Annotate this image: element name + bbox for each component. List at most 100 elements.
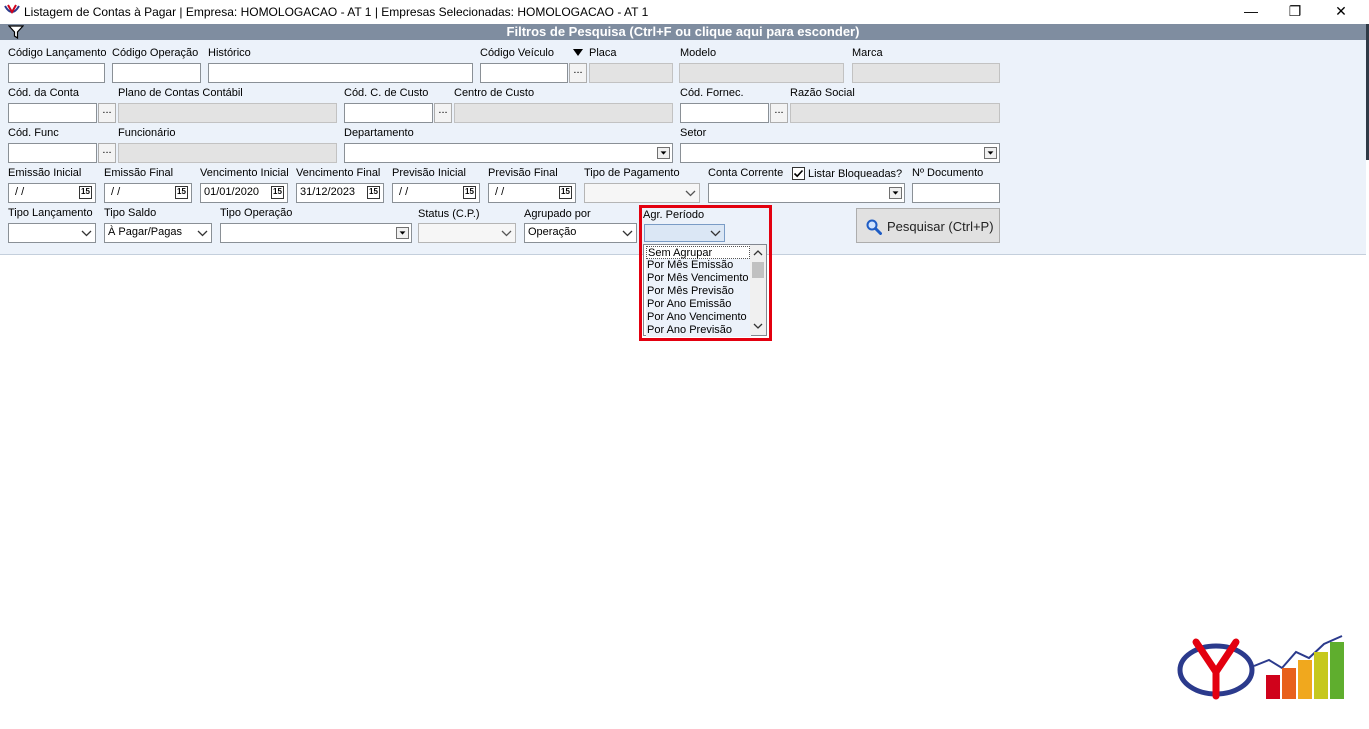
search-button[interactable]: Pesquisar (Ctrl+P) xyxy=(856,208,1000,243)
codigo-operacao-input[interactable] xyxy=(112,63,201,83)
conta-corrente-label: Conta Corrente xyxy=(708,167,784,179)
cod-func-input[interactable] xyxy=(8,143,97,163)
emissao-final-label: Emissão Final xyxy=(104,167,174,179)
tipo-pagamento-label: Tipo de Pagamento xyxy=(584,167,680,179)
tipo-lancamento-label: Tipo Lançamento xyxy=(8,207,93,219)
vencimento-final-value: 31/12/2023 xyxy=(300,186,356,198)
codigo-veiculo-input[interactable] xyxy=(480,63,568,83)
setor-select[interactable] xyxy=(680,143,1000,163)
agrupado-por-value: Operação xyxy=(528,226,577,238)
emissao-final-input[interactable]: / / 15 xyxy=(104,183,192,203)
agrupado-por-select[interactable]: Operação xyxy=(524,223,637,243)
funcionario-label: Funcionário xyxy=(118,127,176,139)
status-cp-select[interactable] xyxy=(418,223,516,243)
tipo-saldo-label: Tipo Saldo xyxy=(104,207,157,219)
previsao-final-input[interactable]: / / 15 xyxy=(488,183,576,203)
tipo-lancamento-select[interactable] xyxy=(8,223,96,243)
previsao-final-value: / / xyxy=(492,186,505,198)
chevron-down-icon xyxy=(81,230,92,237)
search-button-label: Pesquisar (Ctrl+P) xyxy=(887,219,994,234)
tipo-operacao-select[interactable] xyxy=(220,223,412,243)
vencimento-final-label: Vencimento Final xyxy=(296,167,381,179)
restore-icon: ❐ xyxy=(1288,3,1302,19)
codigo-veiculo-label: Código Veículo xyxy=(480,47,554,59)
calendar-icon[interactable]: 15 xyxy=(271,186,284,199)
cod-centro-custo-input[interactable] xyxy=(344,103,433,123)
razao-social-field xyxy=(790,103,1000,123)
cod-fornec-input[interactable] xyxy=(680,103,769,123)
highlight-box xyxy=(639,205,772,341)
historico-input[interactable] xyxy=(208,63,473,83)
tipo-pagamento-select[interactable] xyxy=(584,183,700,203)
calendar-icon[interactable]: 15 xyxy=(175,186,188,199)
cod-conta-lookup-button[interactable]: ... xyxy=(98,103,116,123)
chevron-down-icon xyxy=(685,190,696,197)
codigo-operacao-label: Código Operação xyxy=(112,47,199,59)
centro-custo-field xyxy=(454,103,673,123)
marca-field xyxy=(852,63,1000,83)
razao-social-label: Razão Social xyxy=(790,87,855,99)
agrupado-por-label: Agrupado por xyxy=(524,208,591,220)
vencimento-inicial-input[interactable]: 01/01/2020 15 xyxy=(200,183,288,203)
previsao-final-label: Previsão Final xyxy=(488,167,558,179)
triangle-down-icon[interactable] xyxy=(573,49,583,56)
tipo-saldo-select[interactable]: À Pagar/Pagas xyxy=(104,223,212,243)
centro-custo-lookup-button[interactable]: ... xyxy=(434,103,452,123)
minimize-icon: — xyxy=(1244,3,1258,19)
app-logo-icon xyxy=(4,4,20,15)
status-cp-label: Status (C.P.) xyxy=(418,208,480,220)
departamento-select[interactable] xyxy=(344,143,673,163)
setor-label: Setor xyxy=(680,127,707,139)
magnifier-icon xyxy=(866,219,882,235)
calendar-icon[interactable]: 15 xyxy=(367,186,380,199)
placa-label: Placa xyxy=(589,47,617,59)
n-documento-label: Nº Documento xyxy=(912,167,984,179)
funnel-icon[interactable] xyxy=(8,25,24,39)
calendar-icon[interactable]: 15 xyxy=(559,186,572,199)
cod-fornec-label: Cód. Fornec. xyxy=(680,87,744,99)
chevron-down-icon xyxy=(622,230,633,237)
cod-centro-custo-label: Cód. C. de Custo xyxy=(344,87,429,99)
vencimento-inicial-value: 01/01/2020 xyxy=(204,186,260,198)
chevron-down-icon xyxy=(657,147,670,159)
emissao-inicial-label: Emissão Inicial xyxy=(8,167,82,179)
filter-header-title[interactable]: Filtros de Pesquisa (Ctrl+F ou clique aq… xyxy=(0,24,1366,40)
emissao-inicial-input[interactable]: / / 15 xyxy=(8,183,96,203)
previsao-inicial-value: / / xyxy=(396,186,409,198)
vencimento-inicial-label: Vencimento Inicial xyxy=(200,167,289,179)
funcionario-lookup-button[interactable]: ... xyxy=(98,143,116,163)
chevron-down-icon xyxy=(197,230,208,237)
emissao-final-value: / / xyxy=(108,186,121,198)
marca-label: Marca xyxy=(852,47,883,59)
plano-contas-field xyxy=(118,103,337,123)
calendar-icon[interactable]: 15 xyxy=(79,186,92,199)
calendar-icon[interactable]: 15 xyxy=(463,186,476,199)
listar-bloqueadas-checkbox[interactable] xyxy=(792,167,805,180)
vencimento-final-input[interactable]: 31/12/2023 15 xyxy=(296,183,384,203)
codigo-veiculo-lookup-button[interactable]: ... xyxy=(569,63,587,83)
cod-func-label: Cód. Func xyxy=(8,127,59,139)
tipo-saldo-value: À Pagar/Pagas xyxy=(108,226,182,238)
chevron-down-icon xyxy=(984,147,997,159)
chevron-down-icon xyxy=(396,227,409,239)
minimize-button[interactable]: — xyxy=(1228,0,1274,24)
codigo-lancamento-label: Código Lançamento xyxy=(8,47,107,59)
n-documento-input[interactable] xyxy=(912,183,1000,203)
cod-conta-input[interactable] xyxy=(8,103,97,123)
placa-field xyxy=(589,63,673,83)
modelo-label: Modelo xyxy=(680,47,717,59)
chevron-down-icon xyxy=(501,230,512,237)
cod-conta-label: Cód. da Conta xyxy=(8,87,79,99)
close-button[interactable]: ✕ xyxy=(1318,0,1364,24)
window-title: Listagem de Contas à Pagar | Empresa: HO… xyxy=(24,5,649,19)
funcionario-field xyxy=(118,143,337,163)
conta-corrente-select[interactable] xyxy=(708,183,905,203)
departamento-label: Departamento xyxy=(344,127,414,139)
previsao-inicial-input[interactable]: / / 15 xyxy=(392,183,480,203)
fornecedor-lookup-button[interactable]: ... xyxy=(770,103,788,123)
tipo-operacao-label: Tipo Operação xyxy=(220,207,293,219)
codigo-lancamento-input[interactable] xyxy=(8,63,105,83)
listar-bloqueadas-label[interactable]: Listar Bloqueadas? xyxy=(808,168,902,180)
modelo-field xyxy=(679,63,844,83)
restore-button[interactable]: ❐ xyxy=(1272,0,1318,24)
